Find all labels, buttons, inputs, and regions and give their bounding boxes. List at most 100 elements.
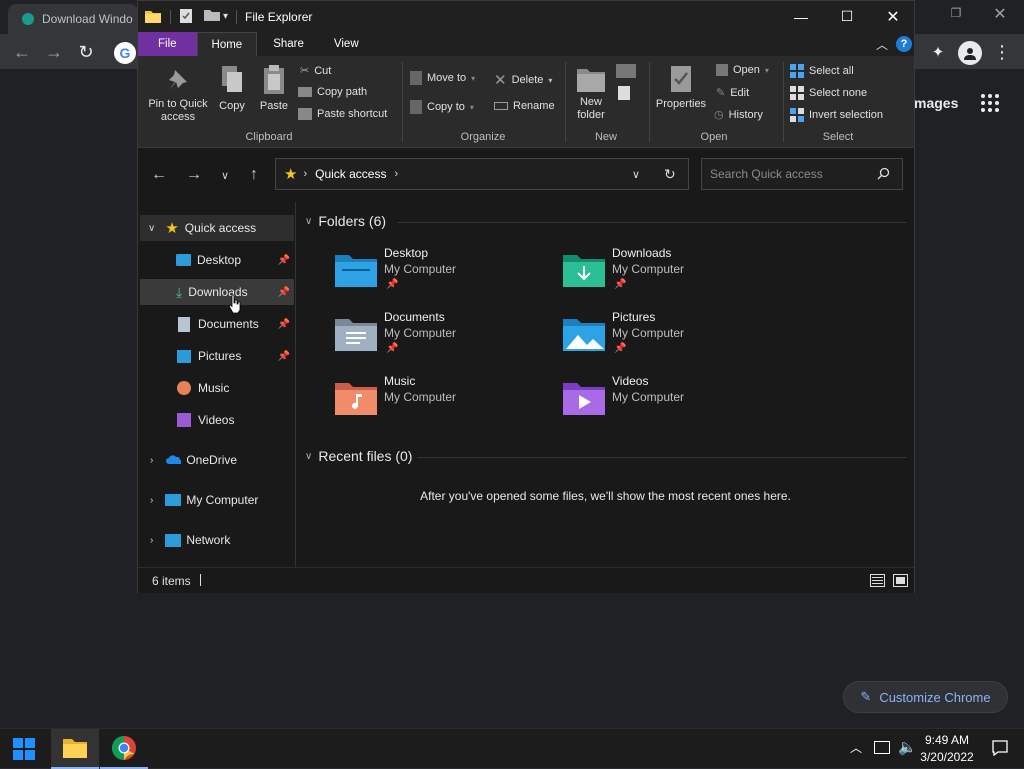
address-bar[interactable]: ★ › Quick access › ∨ ↻ bbox=[275, 158, 689, 190]
taskbar-file-explorer[interactable] bbox=[51, 729, 99, 769]
recent-locations-chevron-icon[interactable]: ∨ bbox=[213, 163, 237, 187]
nav-onedrive[interactable]: › OneDrive bbox=[140, 447, 294, 473]
copy-to-button[interactable]: Copy to ▾ bbox=[410, 100, 474, 114]
volume-icon[interactable]: 🔈 bbox=[898, 738, 917, 756]
easy-access-icon[interactable] bbox=[618, 86, 630, 100]
expand-chevron-icon[interactable]: ∨ bbox=[148, 223, 155, 234]
copy-to-label: Copy to bbox=[427, 101, 465, 113]
tab-home[interactable]: Home bbox=[196, 32, 258, 56]
nav-item-pictures[interactable]: Pictures 📌 bbox=[140, 343, 294, 369]
refresh-icon[interactable]: ↻ bbox=[664, 166, 676, 183]
copy-label: Copy bbox=[219, 100, 245, 112]
close-button[interactable]: ✕ bbox=[870, 1, 916, 32]
select-all-button[interactable]: Select all bbox=[790, 64, 854, 78]
expand-chevron-icon[interactable]: › bbox=[150, 455, 153, 466]
copy-button[interactable]: Copy bbox=[214, 64, 250, 113]
folder-tile-pictures[interactable]: Pictures My Computer 📌 bbox=[562, 310, 782, 366]
nav-item-downloads[interactable]: ⤓ Downloads 📌 bbox=[140, 279, 294, 305]
copy-path-icon bbox=[298, 87, 312, 97]
maximize-button[interactable]: ☐ bbox=[824, 1, 870, 32]
collapse-chevron-icon[interactable]: ∨ bbox=[305, 451, 312, 462]
status-bar: 6 items bbox=[138, 567, 914, 593]
rename-button[interactable]: Rename bbox=[494, 100, 555, 112]
taskbar-chrome[interactable] bbox=[100, 729, 148, 769]
nav-item-videos[interactable]: Videos bbox=[140, 407, 294, 433]
new-folder-button[interactable]: New folder bbox=[570, 64, 612, 122]
up-arrow-icon[interactable]: ↑ bbox=[242, 163, 266, 187]
properties-quick-icon[interactable] bbox=[179, 8, 197, 26]
back-arrow-icon[interactable]: ← bbox=[147, 163, 171, 187]
explorer-folder-icon bbox=[144, 8, 162, 26]
show-hidden-icons-chevron[interactable]: ︿ bbox=[850, 739, 862, 756]
search-input[interactable]: Search Quick access bbox=[701, 158, 903, 190]
address-dropdown-icon[interactable]: ∨ bbox=[632, 168, 640, 181]
breadcrumb-quick-access[interactable]: Quick access bbox=[315, 167, 386, 181]
expand-chevron-icon[interactable]: › bbox=[150, 495, 153, 506]
collapse-chevron-icon[interactable]: ∨ bbox=[305, 216, 312, 227]
tab-file[interactable]: File bbox=[138, 32, 197, 56]
collapse-ribbon-icon[interactable]: ︿ bbox=[876, 36, 888, 53]
details-view-icon[interactable] bbox=[870, 574, 885, 587]
paste-shortcut-label: Paste shortcut bbox=[317, 108, 388, 120]
cut-button[interactable]: ✂ Cut bbox=[300, 64, 331, 78]
chrome-close-button[interactable]: ✕ bbox=[986, 4, 1014, 26]
paste-button[interactable]: Paste bbox=[256, 64, 292, 113]
nav-item-documents[interactable]: Documents 📌 bbox=[140, 311, 294, 337]
chrome-menu-icon[interactable]: ⋮ bbox=[988, 38, 1016, 66]
chrome-reload-icon[interactable]: ↻ bbox=[72, 38, 100, 66]
large-icons-view-icon[interactable] bbox=[893, 574, 908, 587]
breadcrumb-separator-icon: › bbox=[394, 168, 399, 180]
edit-button[interactable]: ✎ Edit bbox=[716, 86, 749, 100]
folder-tile-documents[interactable]: Documents My Computer 📌 bbox=[334, 310, 554, 366]
apps-grid-icon[interactable] bbox=[980, 93, 1000, 113]
nav-my-computer[interactable]: › My Computer bbox=[140, 487, 294, 513]
ribbon-separator bbox=[783, 62, 784, 142]
delete-button[interactable]: ✕ Delete ▾ bbox=[494, 71, 552, 89]
pin-to-quick-access-button[interactable]: Pin to Quick access bbox=[142, 66, 214, 124]
open-button[interactable]: Open ▾ bbox=[716, 64, 769, 76]
new-folder-quick-icon[interactable] bbox=[203, 8, 221, 26]
nav-item-desktop[interactable]: Desktop 📌 bbox=[140, 247, 294, 273]
folder-name: Music bbox=[384, 374, 416, 388]
invert-selection-button[interactable]: Invert selection bbox=[790, 108, 883, 122]
history-button[interactable]: ◷ History bbox=[714, 108, 763, 122]
forward-arrow-icon[interactable]: → bbox=[182, 163, 206, 187]
select-none-icon bbox=[790, 86, 804, 100]
recent-files-section-header[interactable]: ∨ Recent files (0) bbox=[305, 448, 412, 464]
profile-avatar[interactable] bbox=[958, 41, 982, 65]
copy-path-button[interactable]: Copy path bbox=[298, 86, 367, 98]
quick-access-toolbar-dropdown[interactable]: ▾ bbox=[223, 11, 228, 22]
new-group-label: New bbox=[594, 131, 617, 143]
properties-button[interactable]: Properties bbox=[652, 64, 710, 111]
chrome-forward-icon[interactable]: → bbox=[40, 38, 68, 66]
chrome-back-icon[interactable]: ← bbox=[8, 38, 36, 66]
chrome-restore-button[interactable]: ❐ bbox=[942, 6, 970, 26]
tab-share[interactable]: Share bbox=[257, 32, 320, 56]
clock[interactable]: 9:49 AM 3/20/2022 bbox=[915, 732, 979, 766]
start-button[interactable] bbox=[0, 729, 48, 769]
help-icon[interactable]: ? bbox=[896, 36, 912, 52]
paste-shortcut-button[interactable]: Paste shortcut bbox=[298, 108, 387, 120]
notification-center-icon[interactable] bbox=[992, 740, 1008, 756]
tab-view[interactable]: View bbox=[320, 32, 373, 56]
nav-network[interactable]: › Network bbox=[140, 527, 294, 553]
move-to-button[interactable]: Move to ▾ bbox=[410, 71, 475, 85]
minimize-button[interactable]: — bbox=[778, 1, 824, 32]
folder-tile-music[interactable]: Music My Computer bbox=[334, 374, 554, 430]
music-icon bbox=[177, 381, 191, 395]
extensions-icon[interactable]: ✦ bbox=[924, 38, 952, 66]
nav-item-music[interactable]: Music bbox=[140, 375, 294, 401]
folder-tile-downloads[interactable]: Downloads My Computer 📌 bbox=[562, 246, 782, 302]
network-status-icon[interactable] bbox=[874, 741, 890, 754]
customize-chrome-button[interactable]: ✎ Customize Chrome bbox=[843, 681, 1008, 713]
folder-tile-desktop[interactable]: Desktop My Computer 📌 bbox=[334, 246, 554, 302]
folder-tile-videos[interactable]: Videos My Computer bbox=[562, 374, 782, 430]
select-none-button[interactable]: Select none bbox=[790, 86, 867, 100]
nav-quick-access[interactable]: ∨ ★ Quick access bbox=[140, 215, 294, 241]
folders-section-header[interactable]: ∨ Folders (6) bbox=[305, 213, 386, 229]
images-link[interactable]: mages bbox=[914, 95, 958, 111]
expand-chevron-icon[interactable]: › bbox=[150, 535, 153, 546]
chrome-tab[interactable]: Download Windo bbox=[8, 4, 138, 34]
new-item-icon[interactable] bbox=[616, 64, 636, 78]
delete-x-icon: ✕ bbox=[494, 72, 507, 89]
